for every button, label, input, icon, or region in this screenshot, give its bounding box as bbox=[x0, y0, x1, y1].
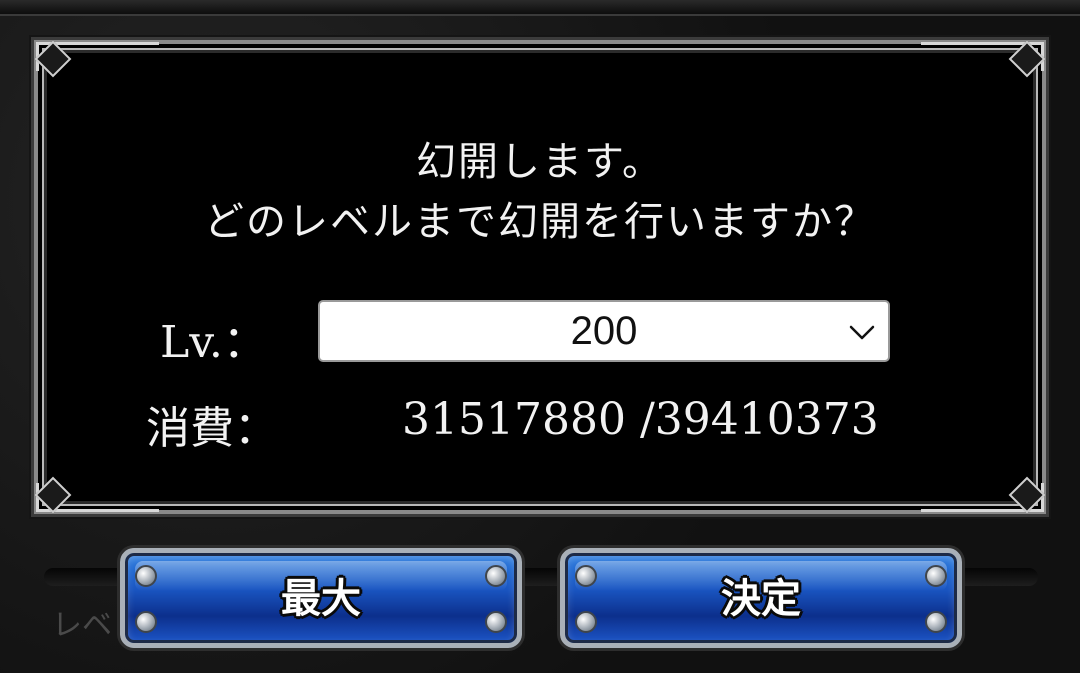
level-up-dialog: 幻開します。 どのレベルまで幻開を行いますか？ Lv.： 200 消費： 315… bbox=[34, 40, 1046, 514]
chevron-down-icon bbox=[849, 325, 875, 340]
message-line-1: 幻開します。 bbox=[416, 139, 664, 185]
level-select-value: 200 bbox=[570, 309, 638, 353]
max-button[interactable]: 最大 bbox=[120, 548, 522, 648]
level-label: Lv.： bbox=[160, 317, 267, 368]
message-line-2: どのレベルまで幻開を行いますか？ bbox=[204, 199, 876, 245]
confirm-button[interactable]: 決定 bbox=[560, 548, 962, 648]
cost-value: 31517880 /39410373 bbox=[402, 394, 879, 445]
max-button-label: 最大 bbox=[281, 576, 361, 622]
dialog-message: 幻開します。 どのレベルまで幻開を行いますか？ bbox=[38, 132, 1042, 252]
top-border-strip bbox=[0, 0, 1080, 16]
level-select[interactable]: 200 bbox=[318, 300, 890, 362]
confirm-button-label: 決定 bbox=[721, 576, 801, 622]
cost-label: 消費： bbox=[146, 403, 278, 454]
background-label: レベ bbox=[52, 608, 112, 643]
